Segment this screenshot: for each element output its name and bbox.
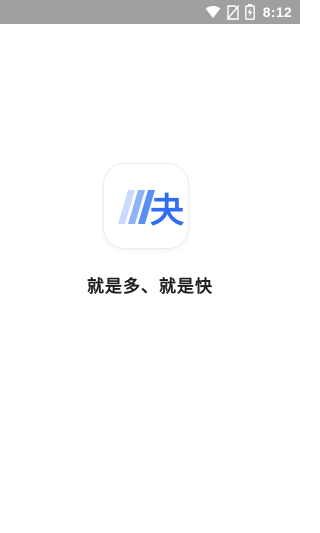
- battery-icon: [244, 4, 255, 20]
- wifi-icon: [205, 5, 221, 19]
- app-logo-icon: 夬: [104, 164, 188, 248]
- logo-char: 夬: [150, 191, 185, 231]
- status-icons: 8:12: [205, 0, 292, 24]
- status-bar: 8:12: [0, 0, 300, 24]
- splash-screen: 8:12 夬 就是多、就是快: [0, 0, 300, 533]
- status-clock: 8:12: [262, 4, 292, 20]
- app-slogan: 就是多、就是快: [87, 277, 213, 297]
- no-sim-icon: [226, 4, 239, 20]
